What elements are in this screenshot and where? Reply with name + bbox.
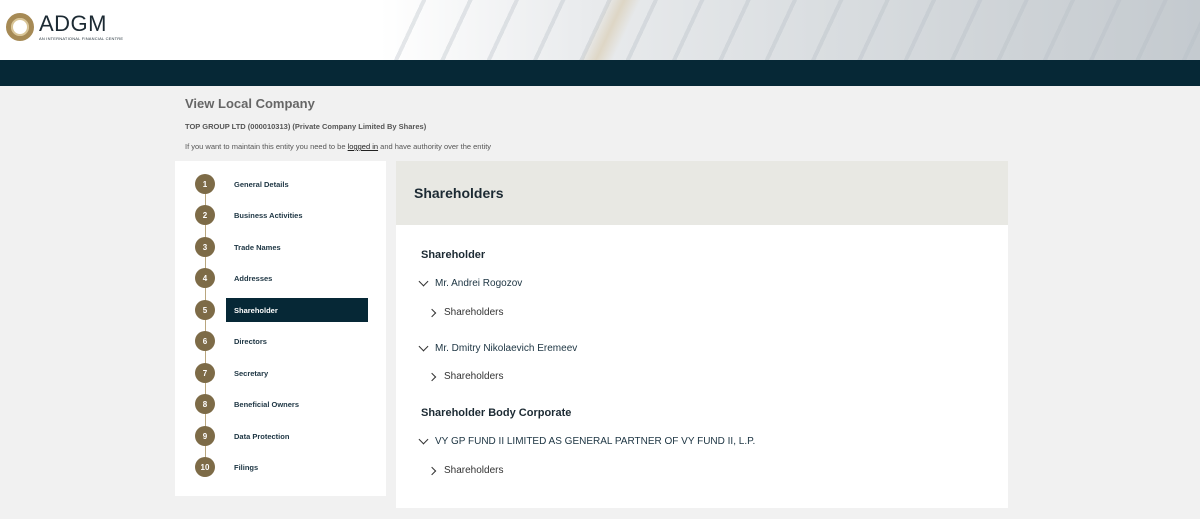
subsection-label: Shareholders — [444, 465, 504, 476]
step-addresses[interactable]: 4 Addresses — [195, 267, 370, 289]
step-number: 10 — [195, 457, 215, 477]
step-label: General Details — [234, 179, 289, 189]
step-label: Addresses — [234, 273, 273, 283]
shareholder-name: Mr. Dmitry Nikolaevich Eremeev — [435, 343, 578, 354]
subsection-label: Shareholders — [444, 307, 504, 318]
step-number: 3 — [195, 237, 215, 257]
chevron-right-icon — [427, 308, 437, 317]
step-label: Shareholder — [234, 305, 278, 315]
panel-title: Shareholders — [414, 185, 504, 201]
adgm-logo[interactable]: ADGM AN INTERNATIONAL FINANCIAL CENTRE — [6, 13, 123, 41]
chevron-down-icon — [418, 341, 429, 352]
subsection-label: Shareholders — [444, 371, 504, 382]
step-number: 4 — [195, 268, 215, 288]
login-link[interactable]: logged in — [348, 142, 378, 151]
panel-header: Shareholders — [396, 161, 1008, 225]
login-notice: If you want to maintain this entity you … — [185, 142, 491, 151]
header-banner-image — [380, 0, 1200, 60]
shareholders-subtoggle[interactable]: Shareholders — [427, 465, 504, 476]
shareholders-panel: Shareholders Shareholder Mr. Andrei Rogo… — [396, 161, 1008, 508]
step-business-activities[interactable]: 2 Business Activities — [195, 204, 370, 226]
logo-tagline: AN INTERNATIONAL FINANCIAL CENTRE — [39, 36, 124, 41]
step-secretary[interactable]: 7 Secretary — [195, 362, 370, 384]
top-navbar — [0, 60, 1200, 86]
step-shareholder[interactable]: 5 Shareholder — [195, 298, 370, 322]
step-number: 7 — [195, 363, 215, 383]
step-number: 5 — [195, 300, 215, 320]
body-corporate-name: VY GP FUND II LIMITED AS GENERAL PARTNER… — [435, 436, 756, 447]
step-label: Data Protection — [234, 431, 290, 441]
shareholders-subtoggle[interactable]: Shareholders — [427, 371, 504, 382]
header-banner-highlight — [540, 0, 680, 60]
step-number: 8 — [195, 394, 215, 414]
shareholder-toggle[interactable]: Mr. Dmitry Nikolaevich Eremeev — [418, 341, 578, 354]
entity-name: TOP GROUP LTD (000010313) (Private Compa… — [185, 122, 427, 131]
step-directors[interactable]: 6 Directors — [195, 330, 370, 352]
step-label: Trade Names — [234, 242, 281, 252]
step-number: 2 — [195, 205, 215, 225]
notice-suffix: and have authority over the entity — [380, 142, 492, 151]
step-number: 9 — [195, 426, 215, 446]
step-data-protection[interactable]: 9 Data Protection — [195, 425, 370, 447]
step-number: 1 — [195, 174, 215, 194]
body-corporate-toggle[interactable]: VY GP FUND II LIMITED AS GENERAL PARTNER… — [418, 434, 756, 447]
logo-title: ADGM — [39, 11, 107, 36]
chevron-right-icon — [427, 466, 437, 475]
shareholder-name: Mr. Andrei Rogozov — [435, 278, 523, 289]
step-filings[interactable]: 10 Filings — [195, 456, 370, 478]
notice-prefix: If you want to maintain this entity you … — [185, 142, 346, 151]
logo-ring-icon — [6, 13, 34, 41]
step-beneficial-owners[interactable]: 8 Beneficial Owners — [195, 393, 370, 415]
site-header: ADGM AN INTERNATIONAL FINANCIAL CENTRE — [0, 0, 1200, 60]
chevron-down-icon — [418, 434, 429, 445]
step-label: Filings — [234, 462, 259, 472]
chevron-right-icon — [427, 372, 437, 381]
step-label: Beneficial Owners — [234, 399, 300, 409]
page-title: View Local Company — [185, 96, 315, 111]
shareholders-subtoggle[interactable]: Shareholders — [427, 307, 504, 318]
step-number: 6 — [195, 331, 215, 351]
step-general-details[interactable]: 1 General Details — [195, 173, 370, 195]
step-label: Secretary — [234, 368, 269, 378]
chevron-down-icon — [418, 276, 429, 287]
steps-sidebar: 1 General Details 2 Business Activities … — [175, 161, 386, 496]
step-label: Business Activities — [234, 210, 303, 220]
step-trade-names[interactable]: 3 Trade Names — [195, 236, 370, 258]
section-title-body-corporate: Shareholder Body Corporate — [421, 407, 572, 419]
step-label: Directors — [234, 336, 267, 346]
section-title-shareholder: Shareholder — [421, 249, 486, 261]
shareholder-toggle[interactable]: Mr. Andrei Rogozov — [418, 276, 523, 289]
